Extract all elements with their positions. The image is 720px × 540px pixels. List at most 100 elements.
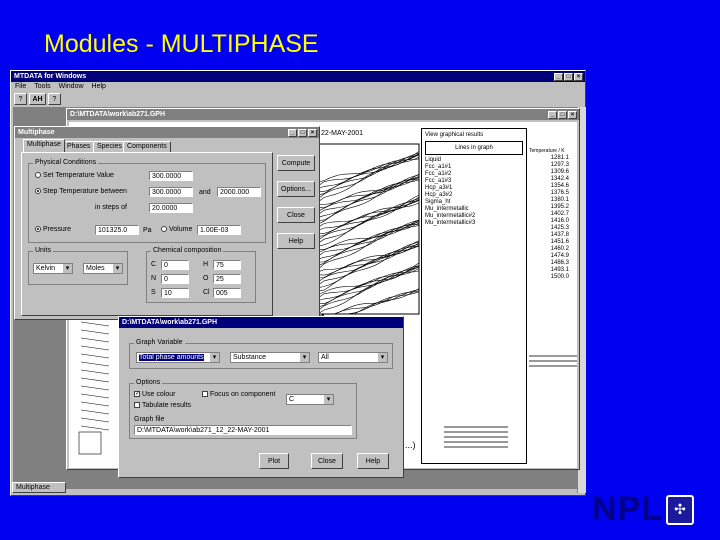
temperature-value: 1460.2 [550, 246, 569, 252]
plot-button[interactable]: Plot [259, 453, 289, 469]
graph-dialog-titlebar[interactable]: D:\MTDATA\work\ab271.GPH [119, 317, 403, 328]
graph-window-titlebar[interactable]: D:\MTDATA\work\ab271.GPH _ □ × [67, 109, 579, 120]
temperature-value: 1425.3 [550, 225, 569, 231]
graph-help-button[interactable]: Help [357, 453, 389, 469]
phase-boundary-curve [80, 393, 110, 399]
graph-close-dialog-button[interactable]: Close [311, 453, 343, 469]
lines-list[interactable]: Liquid Fcc_a1#1 Fcc_a1#2 Fcc_a1#3 Hcp_a3#1 Hc… [422, 157, 526, 227]
temperature-value: 1297.3 [550, 162, 569, 168]
lines-list-item[interactable]: Mu_intermetallic [425, 206, 526, 213]
tab-species[interactable]: Species [93, 141, 126, 152]
multiphase-close-button[interactable]: × [308, 128, 317, 137]
toolbar: ? AH ? [11, 92, 585, 106]
phase-boundary-curve [80, 321, 110, 327]
menu-tools[interactable]: Tools [34, 82, 50, 92]
lines-list-item[interactable]: Hcp_a3#1 [425, 185, 526, 192]
physical-conditions-label: Physical Conditions [33, 159, 99, 166]
element-amount-field[interactable]: 10 [161, 288, 189, 298]
lines-list-item[interactable]: Mu_intermetallic#2 [425, 213, 526, 220]
element-amount-field[interactable]: 0 [161, 260, 189, 270]
tab-multiphase[interactable]: Multiphase [23, 139, 65, 152]
npl-logo: NPL ✣ [592, 490, 694, 529]
set-temperature-radio[interactable]: Set Temperature Value [35, 172, 114, 179]
temperature-value: 1281.1 [550, 155, 569, 161]
step-temperature-radio[interactable]: Step Temperature between [35, 188, 127, 195]
options-button[interactable]: Options... [277, 181, 315, 197]
phase-boundary-curve [80, 369, 110, 375]
focus-component-select[interactable]: C [286, 394, 334, 405]
lines-list-item[interactable]: Sigma_ht [425, 199, 526, 206]
graph-file-label: Graph file [134, 416, 165, 423]
element-amount-field[interactable]: 0 [161, 274, 189, 284]
step-from-field[interactable]: 300.0000 [149, 187, 193, 197]
minimized-item-label: Multiphase [16, 484, 50, 491]
increment-field[interactable]: 20.0000 [149, 203, 193, 213]
volume-field[interactable]: 1.00E-03 [197, 225, 241, 235]
pressure-field[interactable]: 101325.0 [95, 225, 139, 235]
graph-variable-label: Graph Variable [134, 339, 185, 346]
maximize-button[interactable]: □ [564, 72, 573, 81]
phase-boundary-curve [80, 377, 110, 383]
tab-phases[interactable]: Phases [63, 141, 95, 152]
temperature-value: 1437.8 [550, 232, 569, 238]
phase-boundary-curve [80, 417, 110, 423]
step-to-field[interactable]: 2000.000 [217, 187, 261, 197]
element-symbol: C [151, 261, 157, 268]
graph-maximize-button[interactable]: □ [558, 110, 567, 119]
close-button[interactable]: × [574, 72, 583, 81]
lines-list-item[interactable]: Fcc_a1#3 [425, 178, 526, 185]
element-amount-field[interactable]: 75 [213, 260, 241, 270]
tab-components[interactable]: Components [123, 141, 171, 152]
phase-boundary-curve [318, 219, 420, 263]
element-amount-field[interactable]: 25 [213, 274, 241, 284]
app-titlebar[interactable]: MTDATA for Windows _ □ × [11, 71, 585, 82]
multiphase-maximize-button[interactable]: □ [298, 128, 307, 137]
lines-list-item[interactable]: Hcp_a3#2 [425, 192, 526, 199]
menu-file[interactable]: File [15, 82, 26, 92]
physical-conditions-group: Physical Conditions Set Temperature Valu… [28, 159, 266, 243]
menu-help[interactable]: Help [92, 82, 106, 92]
substance-select[interactable]: Substance [230, 352, 310, 363]
graph-options-label: Options [134, 379, 163, 386]
toolbar-context-help-button[interactable]: ? [48, 93, 61, 105]
tab-page: Physical Conditions Set Temperature Valu… [21, 152, 273, 316]
pressure-radio[interactable]: Pressure [35, 226, 71, 233]
graph-file-field[interactable]: D:\MTDATA\work\ab271_12_22-MAY-2001 [134, 425, 352, 435]
graph-minimize-button[interactable]: _ [548, 110, 557, 119]
multiphase-titlebar[interactable]: Multiphase _ □ × [15, 127, 319, 138]
toolbar-ah-button[interactable]: AH [29, 93, 46, 105]
minimized-multiphase-item[interactable]: Multiphase [12, 482, 66, 493]
use-colour-checkbox[interactable]: ✓ Use colour [134, 391, 175, 398]
graph-close-button[interactable]: × [568, 110, 577, 119]
lines-list-item[interactable]: Fcc_a1#2 [425, 171, 526, 178]
phase-boundary-curve [318, 289, 420, 317]
help-button[interactable]: Help [277, 233, 315, 249]
npl-seal-icon: ✣ [666, 494, 694, 525]
lines-list-item[interactable]: Mu_intermetallic#3 [425, 220, 526, 227]
volume-radio[interactable]: Volume [161, 226, 192, 233]
graph-variable-select[interactable]: Total phase amounts [136, 352, 220, 363]
temperature-value: 1380.1 [550, 197, 569, 203]
temperature-value: 1493.1 [550, 267, 569, 273]
minimize-button[interactable]: _ [554, 72, 563, 81]
multiphase-minimize-button[interactable]: _ [288, 128, 297, 137]
set-temperature-field[interactable]: 300.0000 [149, 171, 193, 181]
lines-list-item[interactable]: Liquid [425, 157, 526, 164]
focus-component-checkbox[interactable]: Focus on component [202, 391, 275, 398]
compute-button[interactable]: Compute [277, 155, 315, 171]
temperature-list: 1281.1 1297.3 1309.6 1342.4 1354.6 1376.5 1380… [529, 155, 577, 281]
tabulate-checkbox[interactable]: Tabulate results [134, 402, 191, 409]
temperature-unit-select[interactable]: Kelvin [33, 263, 73, 274]
close-dialog-button[interactable]: Close [277, 207, 315, 223]
graph-ellipsis: ...) [405, 440, 416, 450]
phase-boundary-curve [318, 177, 420, 205]
graph-options-group: Options ✓ Use colour Focus on component C… [129, 379, 357, 439]
menu-window[interactable]: Window [59, 82, 84, 92]
composition-group: Chemical composition C 0 H 75 N 0 O 25 S 10 Cl 005 [146, 247, 256, 303]
lines-list-item[interactable]: Fcc_a1#1 [425, 164, 526, 171]
toolbar-help-button[interactable]: ? [14, 93, 27, 105]
all-select[interactable]: All [318, 352, 388, 363]
element-amount-field[interactable]: 005 [213, 288, 241, 298]
multiphase-title: Multiphase [18, 129, 55, 136]
amount-unit-select[interactable]: Moles [83, 263, 123, 274]
